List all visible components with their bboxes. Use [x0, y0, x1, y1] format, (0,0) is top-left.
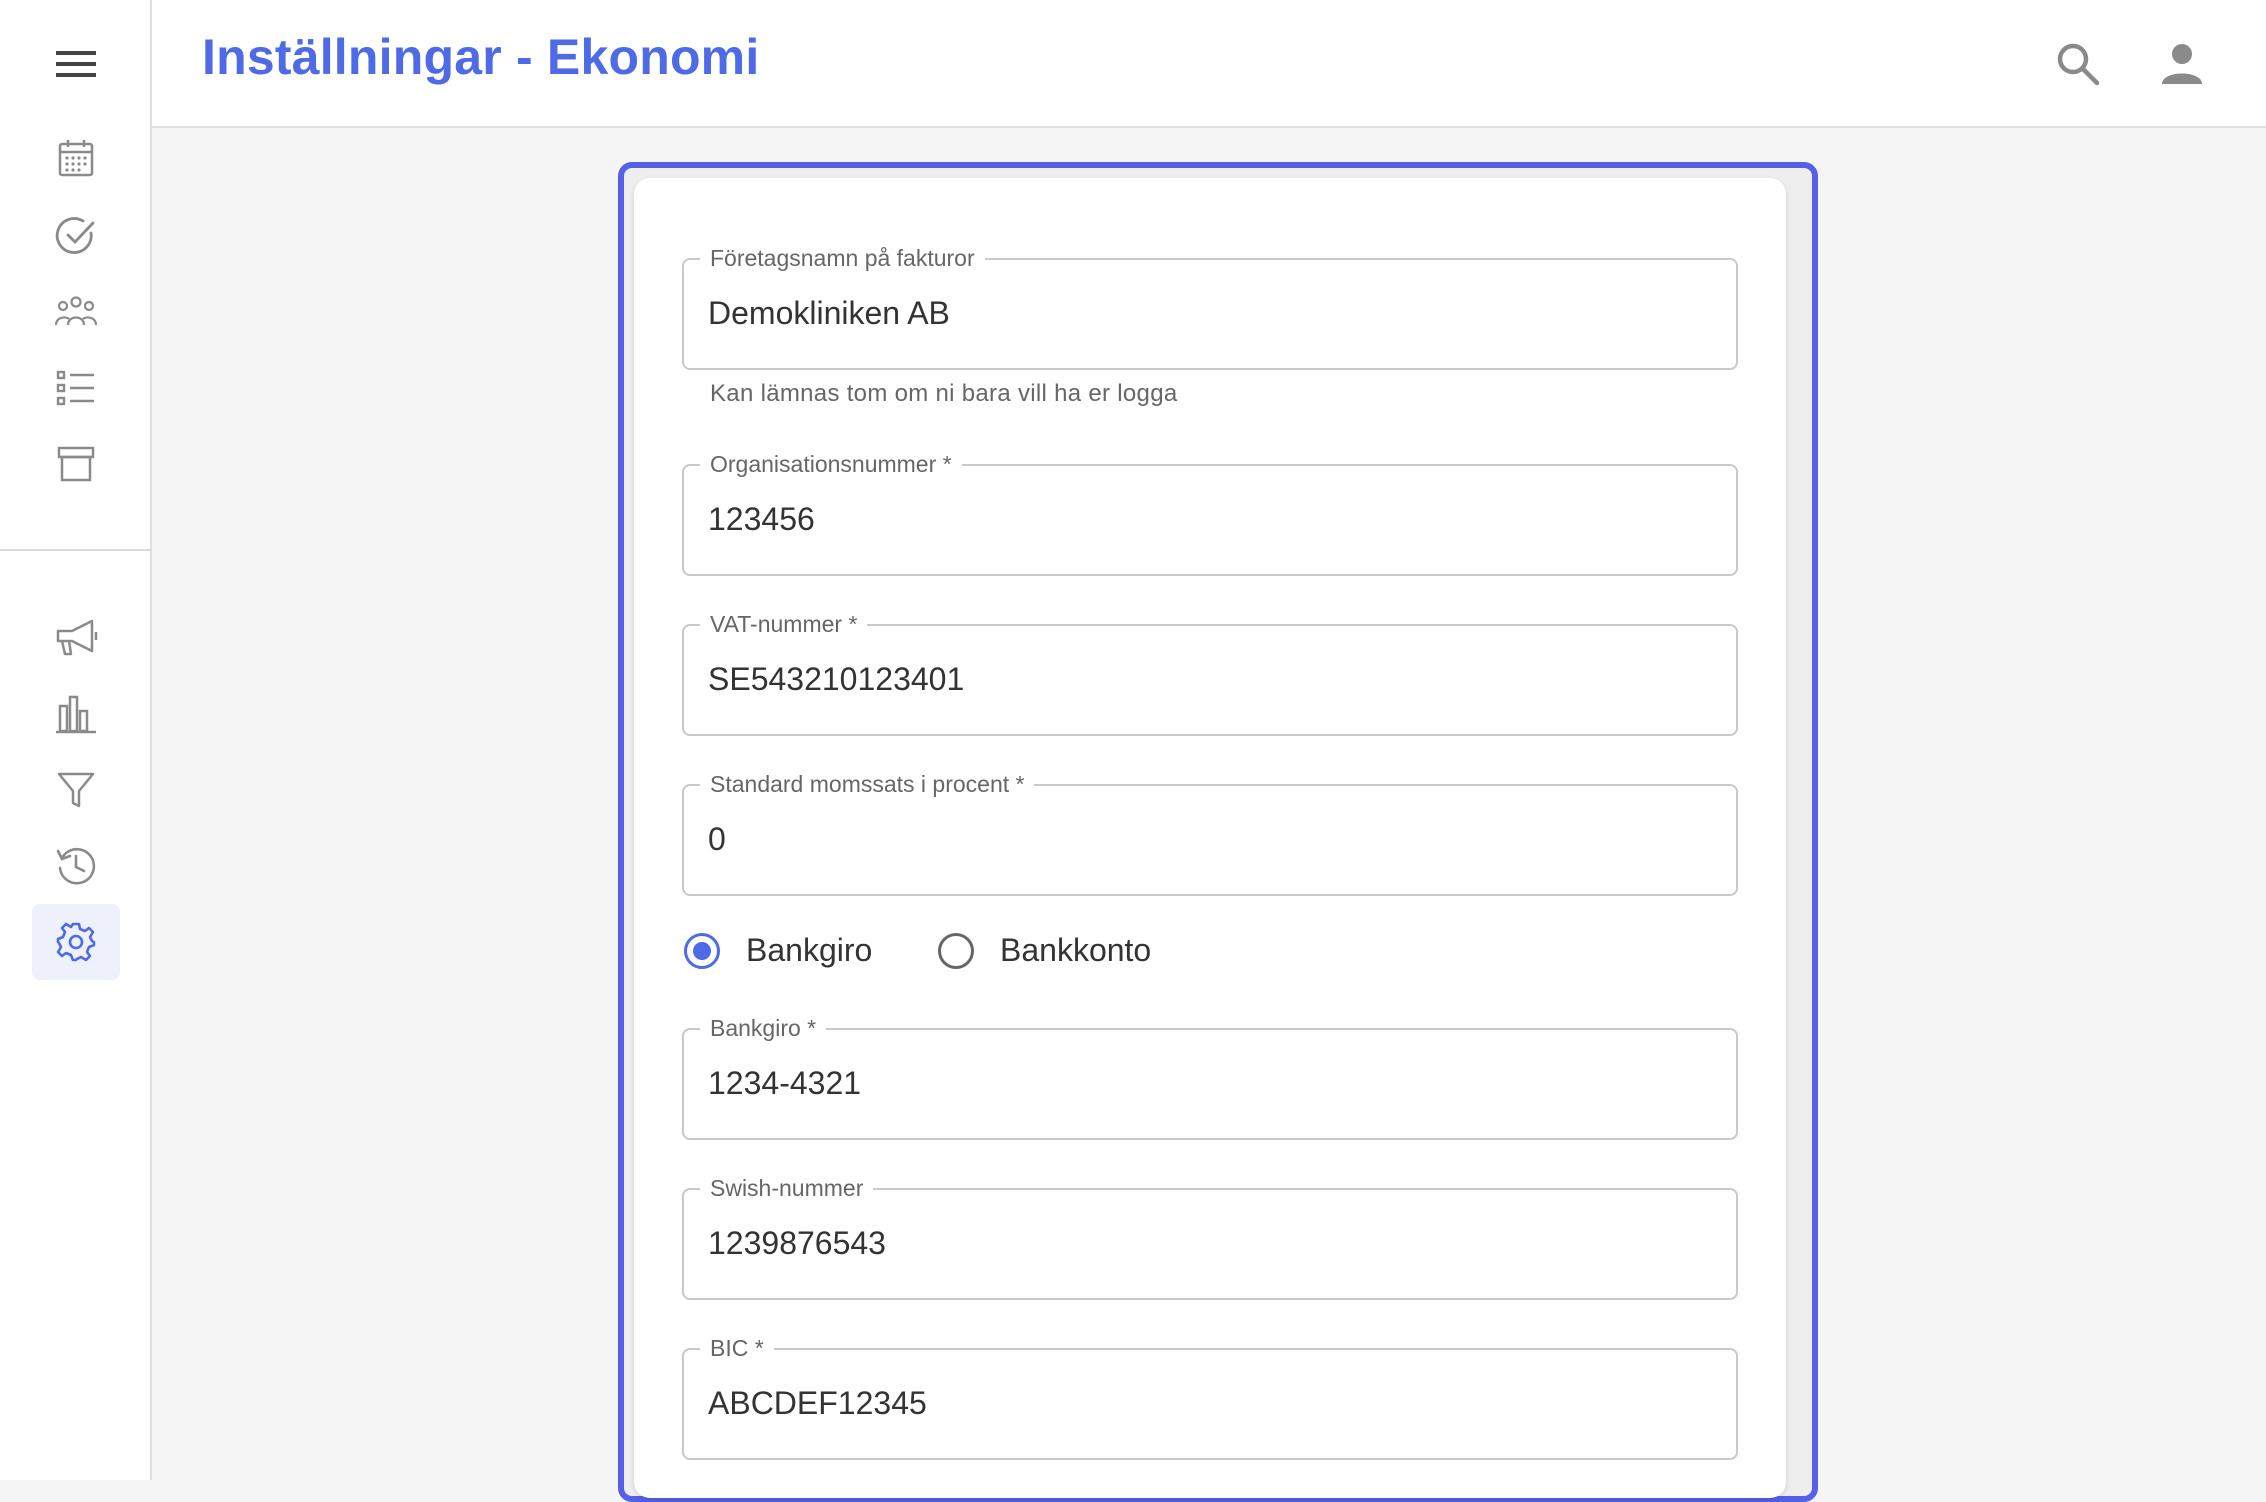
company-name-field[interactable]: Företagsnamn på fakturor — [682, 244, 1738, 370]
bankgiro-label: Bankgiro * — [700, 1014, 827, 1042]
top-bar: Inställningar - Ekonomi — [152, 0, 2266, 128]
radio-bankkonto[interactable]: Bankkonto — [938, 932, 1151, 969]
sidebar — [0, 0, 152, 1480]
page-title: Inställningar - Ekonomi — [202, 29, 760, 85]
filter-icon[interactable] — [32, 752, 120, 828]
company-name-input[interactable] — [708, 278, 1708, 348]
radio-bankgiro-circle[interactable] — [684, 932, 720, 969]
bic-input[interactable] — [708, 1368, 1708, 1438]
check-circle-icon[interactable] — [32, 198, 120, 274]
bic-label: BIC * — [700, 1334, 774, 1362]
menu-icon[interactable] — [50, 38, 102, 90]
vat-number-label: VAT-nummer * — [700, 610, 868, 638]
search-icon[interactable] — [2048, 34, 2108, 94]
history-icon[interactable] — [32, 828, 120, 904]
group-icon[interactable] — [32, 274, 120, 350]
org-number-input[interactable] — [708, 484, 1708, 554]
bic-field[interactable]: BIC * — [682, 1334, 1738, 1460]
org-number-field[interactable]: Organisationsnummer * — [682, 450, 1738, 576]
sidebar-divider — [0, 549, 152, 551]
bankgiro-field[interactable]: Bankgiro * — [682, 1014, 1738, 1140]
radio-bankgiro-label: Bankgiro — [746, 932, 873, 968]
vat-rate-field[interactable]: Standard momssats i procent * — [682, 770, 1738, 896]
archive-icon[interactable] — [32, 426, 120, 502]
swish-label: Swish-nummer — [700, 1174, 874, 1202]
radio-bankgiro[interactable]: Bankgiro — [684, 932, 872, 969]
company-name-label: Företagsnamn på fakturor — [700, 244, 985, 272]
vat-number-field[interactable]: VAT-nummer * — [682, 610, 1738, 736]
radio-bankkonto-circle[interactable] — [938, 932, 974, 969]
vat-rate-label: Standard momssats i procent * — [700, 770, 1035, 798]
swish-input[interactable] — [708, 1208, 1708, 1278]
vat-number-input[interactable] — [708, 644, 1708, 714]
company-name-helper: Kan lämnas tom om ni bara vill ha er log… — [710, 380, 1178, 407]
megaphone-icon[interactable] — [32, 600, 120, 676]
bar-chart-icon[interactable] — [32, 676, 120, 752]
calendar-icon[interactable] — [32, 120, 120, 196]
account-icon[interactable] — [2152, 34, 2212, 94]
org-number-label: Organisationsnummer * — [700, 450, 962, 478]
gear-icon[interactable] — [32, 904, 120, 980]
radio-bankkonto-label: Bankkonto — [1000, 932, 1152, 968]
list-icon[interactable] — [32, 350, 120, 426]
swish-field[interactable]: Swish-nummer — [682, 1174, 1738, 1300]
bankgiro-input[interactable] — [708, 1048, 1708, 1118]
vat-rate-input[interactable] — [708, 804, 1708, 874]
